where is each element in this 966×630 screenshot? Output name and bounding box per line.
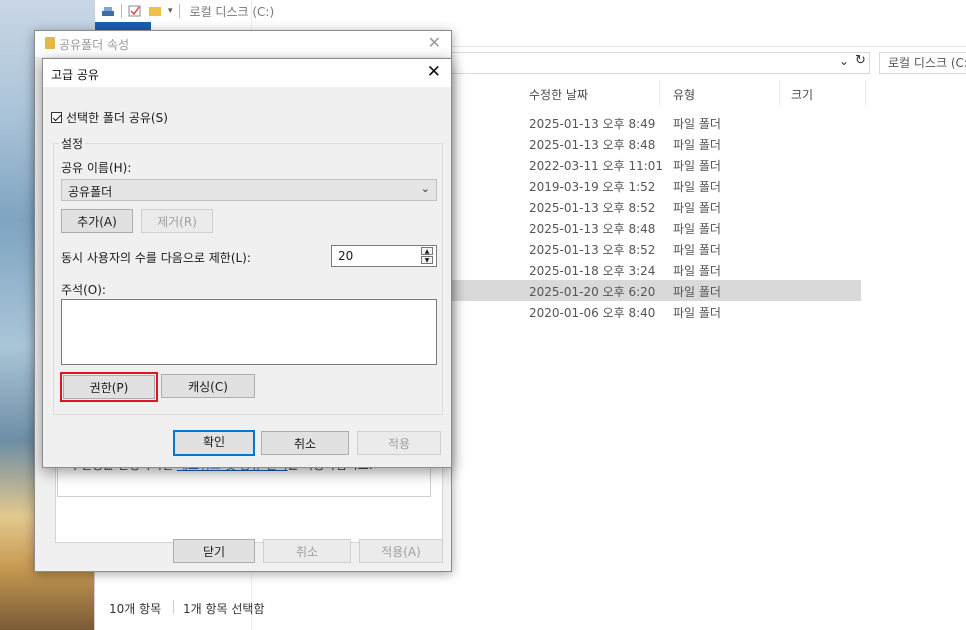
share-name-dropdown[interactable]: 공유폴더 ⌄ [61, 179, 437, 201]
share-folder-checkbox-row[interactable]: 선택한 폴더 공유(S) [51, 109, 168, 126]
share-folder-checkbox[interactable] [51, 112, 62, 123]
new-folder-icon[interactable] [148, 5, 162, 17]
file-row[interactable]: 2019-03-19 오후 1:52 파일 폴더 [451, 175, 861, 196]
settings-legend: 설정 [59, 135, 86, 152]
close-button[interactable]: 닫기 [173, 539, 255, 563]
file-date: 2025-01-20 오후 6:20 [529, 285, 656, 299]
share-name-value: 공유폴더 [68, 185, 113, 199]
file-date: 2020-01-06 오후 8:40 [529, 306, 656, 320]
caching-button[interactable]: 캐싱(C) [161, 374, 255, 398]
checkmark-icon[interactable] [128, 5, 142, 17]
properties-title: 공유폴더 속성 [59, 38, 130, 52]
column-divider[interactable] [865, 80, 866, 106]
column-header-size[interactable]: 크기 [791, 86, 813, 103]
folder-icon [45, 37, 55, 49]
file-row[interactable]: 2025-01-13 오후 8:52 파일 폴더 [451, 238, 861, 259]
file-date: 2025-01-18 오후 3:24 [529, 264, 656, 278]
file-row[interactable]: 2025-01-13 오후 8:48 파일 폴더 [451, 133, 861, 154]
column-divider[interactable] [779, 80, 780, 106]
user-limit-value: 20 [338, 249, 354, 263]
file-row[interactable]: 2025-01-13 오후 8:49 파일 폴더 [451, 112, 861, 133]
stepper-down-icon[interactable]: ▼ [421, 256, 433, 264]
refresh-icon[interactable]: ↻ [855, 53, 866, 68]
quick-access-toolbar: ▾ 로컬 디스크 (C:) [101, 3, 274, 20]
advanced-sharing-dialog: 고급 공유 ✕ 선택한 폴더 공유(S) 설정 공유 이름(H): 공유폴더 ⌄… [42, 58, 452, 468]
file-date: 2025-01-13 오후 8:48 [529, 138, 656, 152]
properties-cancel-button[interactable]: 취소 [263, 539, 351, 563]
user-limit-label: 동시 사용자의 수를 다음으로 제한(L): [61, 251, 251, 265]
file-type: 파일 폴더 [673, 285, 721, 299]
remove-button[interactable]: 제거(R) [141, 209, 213, 233]
dialog-title: 고급 공유 [51, 68, 99, 82]
file-type: 파일 폴더 [673, 117, 721, 131]
selected-count: 1개 항목 선택함 [183, 602, 265, 616]
file-date: 2025-01-13 오후 8:52 [529, 201, 656, 215]
file-type: 파일 폴더 [673, 138, 721, 152]
file-row[interactable]: 2022-03-11 오후 11:01 파일 폴더 [451, 154, 861, 175]
column-header-date[interactable]: 수정한 날짜 [529, 86, 588, 103]
file-date: 2019-03-19 오후 1:52 [529, 180, 656, 194]
toolbar-separator [178, 4, 180, 18]
share-name-label: 공유 이름(H): [61, 161, 132, 175]
file-type: 파일 폴더 [673, 306, 721, 320]
share-folder-label: 선택한 폴더 공유(S) [66, 111, 168, 125]
close-icon[interactable]: ✕ [427, 62, 441, 82]
stepper-up-icon[interactable]: ▲ [421, 247, 433, 255]
properties-icon[interactable] [101, 5, 115, 17]
column-header-type[interactable]: 유형 [673, 86, 695, 103]
ok-button[interactable]: 확인 [173, 430, 255, 456]
column-headers: 수정한 날짜 유형 크기 [451, 80, 966, 106]
file-date: 2025-01-13 오후 8:52 [529, 243, 656, 257]
toolbar-separator [121, 4, 122, 18]
address-row: ⌄ ↻ 로컬 디스크 (C:) [451, 52, 966, 74]
file-type: 파일 폴더 [673, 159, 721, 173]
file-row[interactable]: 2025-01-20 오후 6:20 파일 폴더 [451, 280, 861, 301]
file-date: 2025-01-13 오후 8:49 [529, 117, 656, 131]
customize-toolbar-chevron-icon[interactable]: ▾ [168, 6, 173, 16]
search-input[interactable]: 로컬 디스크 (C:) [879, 52, 966, 74]
apply-button[interactable]: 적용 [357, 431, 441, 455]
file-row[interactable]: 2025-01-18 오후 3:24 파일 폴더 [451, 259, 861, 280]
stepper-arrows: ▲ ▼ [421, 247, 434, 265]
file-row[interactable]: 2025-01-13 오후 8:52 파일 폴더 [451, 196, 861, 217]
add-button[interactable]: 추가(A) [61, 209, 133, 233]
file-date: 2022-03-11 오후 11:01 [529, 159, 664, 173]
file-row[interactable]: 2025-01-13 오후 8:48 파일 폴더 [451, 217, 861, 238]
properties-titlebar: 공유폴더 속성 ✕ [35, 31, 451, 57]
chevron-down-icon[interactable]: ⌄ [421, 182, 430, 195]
file-type: 파일 폴더 [673, 222, 721, 236]
close-icon[interactable]: ✕ [428, 33, 441, 52]
advanced-sharing-titlebar: 고급 공유 ✕ [43, 59, 451, 87]
file-type: 파일 폴더 [673, 201, 721, 215]
file-type: 파일 폴더 [673, 243, 721, 257]
chevron-down-icon[interactable]: ⌄ [839, 54, 849, 68]
permissions-button[interactable]: 권한(P) [60, 372, 158, 402]
file-date: 2025-01-13 오후 8:48 [529, 222, 656, 236]
address-bar[interactable] [451, 52, 870, 74]
file-row[interactable]: 2020-01-06 오후 8:40 파일 폴더 [451, 301, 861, 322]
column-divider[interactable] [659, 80, 660, 106]
comment-label: 주석(O): [61, 283, 106, 297]
cancel-button[interactable]: 취소 [261, 431, 349, 455]
status-separator [173, 600, 174, 614]
comment-textarea[interactable] [61, 299, 437, 365]
user-limit-stepper[interactable]: 20 ▲ ▼ [331, 245, 437, 267]
file-type: 파일 폴더 [673, 180, 721, 194]
properties-apply-button[interactable]: 적용(A) [359, 539, 443, 563]
item-count: 10개 항목 [109, 602, 162, 616]
file-type: 파일 폴더 [673, 264, 721, 278]
explorer-titlebar: ▾ 로컬 디스크 (C:) [95, 0, 966, 22]
window-title: 로컬 디스크 (C:) [189, 4, 275, 19]
status-bar: 10개 항목 1개 항목 선택함 [95, 596, 966, 620]
